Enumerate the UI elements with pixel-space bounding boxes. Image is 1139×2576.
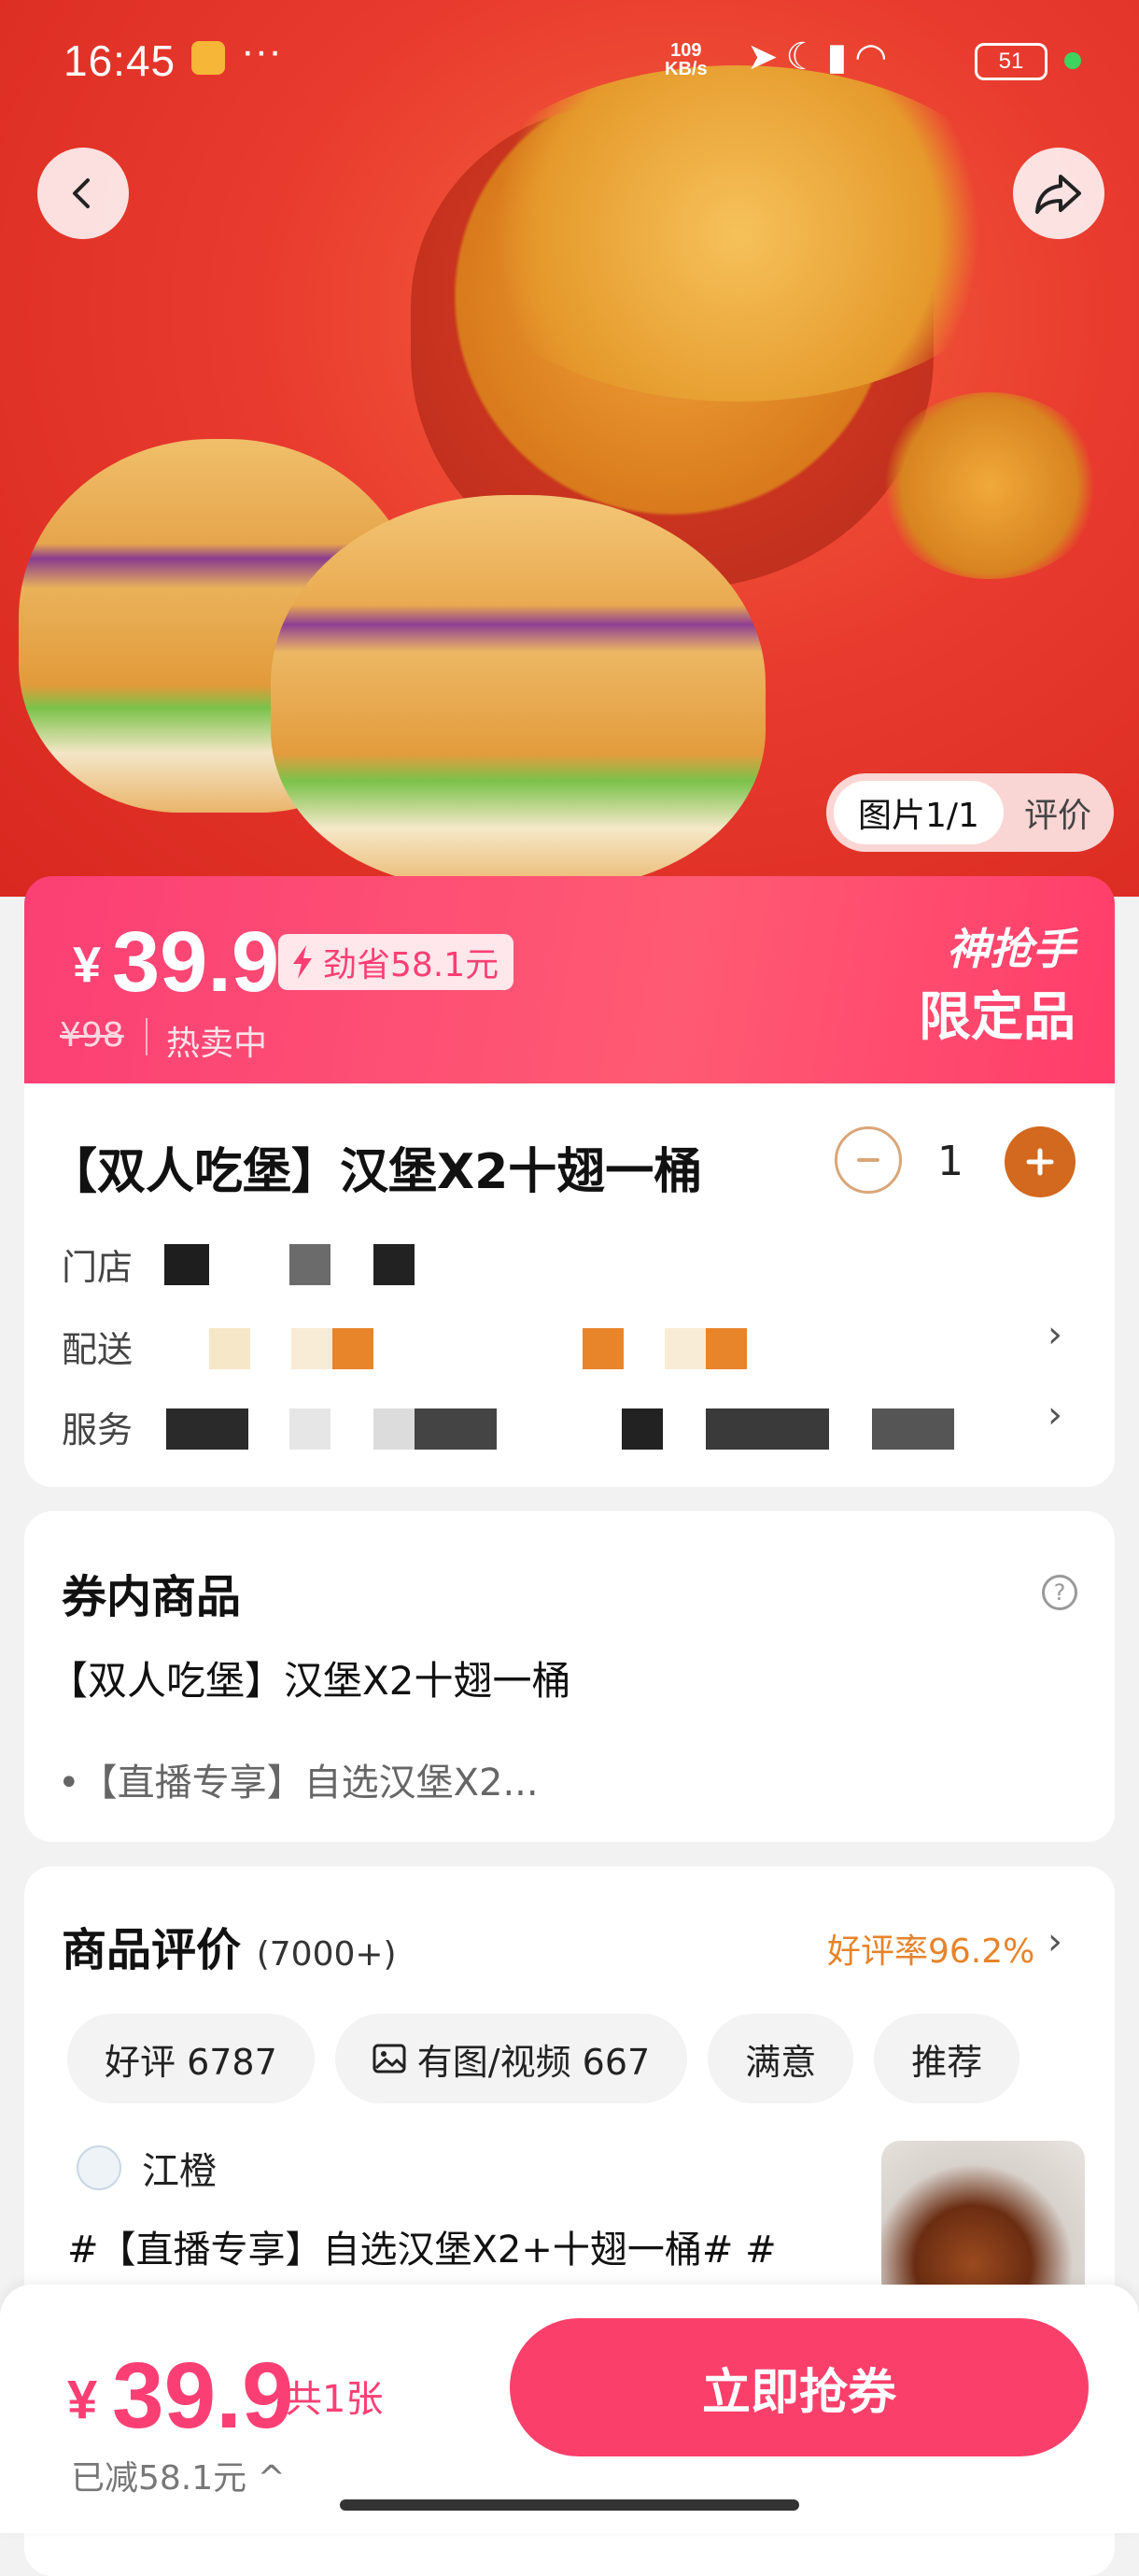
status-time: 16:45 [63,36,176,85]
grab-coupon-button[interactable]: 立即抢券 [510,2318,1089,2456]
signal-icon: ▮ [826,36,855,78]
divider [146,1018,148,1055]
image-tabs: 图片1/1 评价 [826,773,1114,852]
lightning-icon [293,945,312,979]
delivery-redacted [706,1328,747,1369]
help-icon[interactable]: ? [1042,1575,1077,1610]
share-button[interactable] [1013,148,1104,239]
location-icon: ➤ [747,36,786,78]
more-notifications-icon: ··· [241,28,282,74]
share-icon [1035,175,1081,214]
review-text: #【直播专享】自选汉堡X2+十翅一桶# # [67,2229,777,2272]
brand-label: 神抢手 [947,924,1076,974]
back-button[interactable] [37,148,129,239]
store-redacted [289,1244,330,1285]
tab-reviews[interactable]: 评价 [1004,788,1091,837]
savings-badge: 劲省58.1元 [278,934,514,990]
reviewer-info: 江橙 [77,2141,217,2195]
coupon-items-card: 券内商品 ? 【双人吃堡】汉堡X2十翅一桶 •【直播专享】自选汉堡X2... [24,1511,1115,1842]
review-filter-chips: 好评 6787 有图/视频 667 满意 推荐 [67,2014,1020,2103]
avatar[interactable] [77,2145,121,2190]
product-title: 【双人吃堡】汉堡X2十翅一桶 [49,1144,703,1200]
service-redacted [622,1408,663,1450]
reviews-count: (7000+) [256,1935,397,1974]
service-chevron-icon[interactable]: › [1048,1394,1062,1437]
network-speed-value: 109 [670,40,702,61]
privacy-indicator-dot [1064,52,1081,69]
delivery-redacted [332,1328,373,1369]
chip-satisfied[interactable]: 满意 [708,2014,854,2103]
status-bar: 16:45 ··· 109 KB/s ➤☾▮◠ 51 [0,0,1139,121]
tab-images[interactable]: 图片1/1 [834,781,1004,844]
delivery-redacted [291,1328,332,1369]
chip-label: 好评 6787 [105,2041,277,2083]
limited-label: 限定品 [919,987,1076,1048]
savings-text: 劲省58.1元 [323,946,499,984]
plus-icon [1026,1148,1054,1176]
chip-with-media[interactable]: 有图/视频 667 [334,2014,688,2103]
service-redacted [706,1408,829,1450]
total-price: 39.9 [112,2343,294,2448]
price-banner: ¥ 39.9 劲省58.1元 ¥98 热卖中 神抢手 限定品 [24,876,1115,1083]
coupon-item-name: 【双人吃堡】汉堡X2十翅一桶 [49,1658,571,1704]
reviews-title-text: 商品评价 [62,1924,242,1976]
chip-label: 推荐 [911,2041,983,2083]
delivery-chevron-icon[interactable]: › [1048,1313,1062,1356]
image-icon [373,2044,406,2074]
service-redacted [373,1408,415,1450]
chip-positive[interactable]: 好评 6787 [67,2014,315,2103]
delivery-redacted [583,1328,624,1369]
chip-label: 满意 [745,2041,817,2083]
reviewer-name: 江橙 [142,2150,217,2193]
service-label: 服务 [62,1409,134,1451]
sale-status: 热卖中 [166,1025,268,1063]
sale-price: 39.9 [112,914,280,1010]
reviews-chevron-icon[interactable]: › [1048,1920,1062,1963]
store-label: 门店 [62,1247,134,1288]
service-redacted [872,1408,954,1450]
delivery-redacted [665,1328,706,1369]
positive-rating[interactable]: 好评率96.2% [827,1924,1034,1973]
moon-icon: ☾ [785,36,827,78]
network-speed-unit: KB/s [665,59,708,79]
product-hero-image[interactable]: 16:45 ··· 109 KB/s ➤☾▮◠ 51 图片1/1 评价 [0,0,1139,897]
minus-icon [857,1158,879,1162]
price-currency: ¥ [73,937,102,993]
chip-label: 有图/视频 667 [416,2041,651,2083]
increase-quantity-button[interactable] [1005,1126,1076,1197]
coupon-items-title: 券内商品 [62,1571,242,1623]
coupon-item-detail: •【直播专享】自选汉堡X2... [58,1762,539,1805]
app-notification-icon [191,41,225,75]
battery-icon: 51 [975,43,1048,80]
service-redacted [289,1408,330,1450]
back-arrow-icon [73,178,90,208]
quantity-value: 1 [937,1138,963,1185]
bottom-action-bar: ¥ 39.9 共1张 已减58.1元 ^ 立即抢券 [0,2285,1139,2533]
network-speed: 109 KB/s [665,41,708,78]
status-icons: ➤☾▮◠ [747,35,894,78]
chicken-drumstick-image [878,392,1102,579]
service-redacted [415,1408,497,1450]
wifi-icon: ◠ [854,36,895,78]
coupon-count: 共1张 [285,2378,384,2421]
service-redacted [166,1408,248,1450]
chip-recommend[interactable]: 推荐 [874,2014,1020,2103]
delivery-redacted [209,1328,250,1369]
discount-detail[interactable]: 已减58.1元 ^ [71,2451,286,2499]
home-indicator[interactable] [340,2499,799,2511]
burger-right-image [271,495,766,887]
original-price: ¥98 [60,1016,124,1054]
delivery-label: 配送 [62,1329,134,1370]
store-redacted [373,1244,415,1285]
product-info-card: 【双人吃堡】汉堡X2十翅一桶 1 门店 配送 › 服务 › [24,1083,1115,1487]
decrease-quantity-button[interactable] [835,1126,902,1194]
total-currency: ¥ [67,2370,98,2430]
store-redacted [164,1244,209,1285]
reviews-title: 商品评价 (7000+) [62,1913,397,1978]
